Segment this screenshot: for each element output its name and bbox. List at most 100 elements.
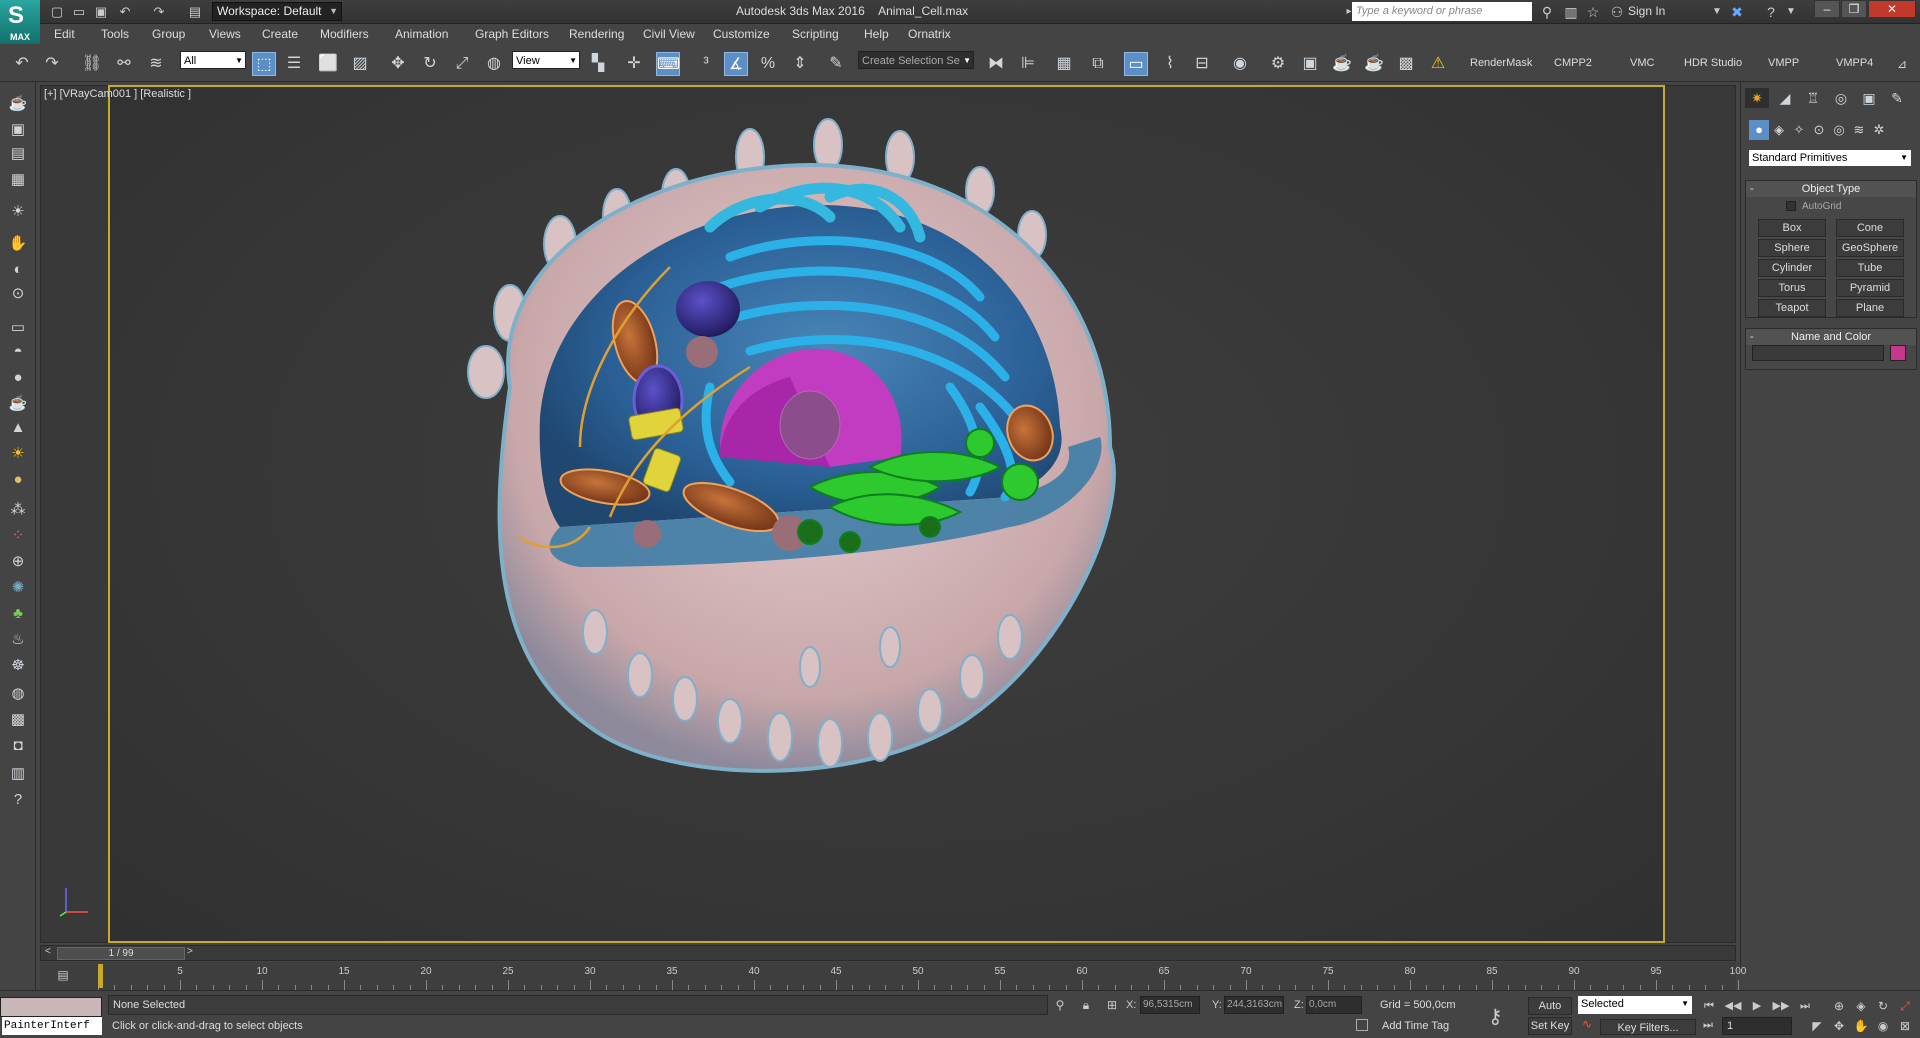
menu-views[interactable]: Views	[209, 27, 241, 41]
use-pivot-center-icon[interactable]: ▚	[586, 52, 610, 76]
maximize-button[interactable]: ❐	[1841, 0, 1867, 18]
mini-curve-editor-icon[interactable]: ▤	[54, 968, 72, 984]
sign-in-dropdown-icon[interactable]: ▼	[1708, 3, 1726, 21]
go-to-start-icon[interactable]: ⏮	[1700, 997, 1718, 1015]
sphere-button[interactable]: Sphere	[1758, 239, 1826, 257]
menu-rendering[interactable]: Rendering	[569, 27, 624, 41]
current-frame-field[interactable]: 1	[1722, 1017, 1792, 1035]
keyboard-shortcut-override-icon[interactable]: ⌨	[656, 52, 680, 76]
hair-farm-icon[interactable]: ♨	[6, 628, 30, 652]
toggle-ribbon-icon[interactable]: ⧉	[1086, 52, 1110, 76]
x-coordinate-field[interactable]: 96,5315cm	[1140, 996, 1200, 1014]
menu-help[interactable]: Help	[864, 27, 889, 41]
exchange-apps-icon[interactable]: ✖	[1728, 3, 1746, 21]
selection-filter-dropdown[interactable]: All ▼	[180, 51, 246, 69]
menu-tools[interactable]: Tools	[101, 27, 129, 41]
ornatrix-icon[interactable]: ☸	[6, 654, 30, 678]
time-slider-thumb[interactable]: 1 / 99	[57, 947, 185, 960]
window-crossing-icon[interactable]: ▨	[348, 52, 372, 76]
previous-frame-arrow-icon[interactable]: <	[45, 946, 51, 957]
menu-customize[interactable]: Customize	[713, 27, 770, 41]
zoom-all-icon[interactable]: ◈	[1852, 997, 1870, 1015]
min-max-toggle-icon[interactable]: ⊠	[1896, 1017, 1914, 1035]
spot-light-icon[interactable]: ▲	[6, 416, 30, 440]
globe-icon[interactable]: ◍	[6, 682, 30, 706]
box-button[interactable]: Box	[1758, 219, 1826, 237]
toolbar-overflow-icon[interactable]: ⊿	[1890, 52, 1914, 76]
key-mode-toggle-icon[interactable]: ⏭	[1700, 1019, 1716, 1035]
mirror-icon[interactable]: ⧓	[984, 52, 1008, 76]
manipulate-icon[interactable]: ✛	[622, 52, 646, 76]
menu-group[interactable]: Group	[152, 27, 185, 41]
cameras-icon[interactable]: ⊙	[1809, 120, 1829, 140]
proxy-icon[interactable]: ⁂	[6, 498, 30, 522]
selection-lock-icon[interactable]: 🔒︎	[1078, 997, 1094, 1013]
unlink-icon[interactable]: ⚯	[112, 52, 136, 76]
track-bar[interactable]: 5 10 15 20 25 30 35 40 45 50 55 60 65 70 75 80 85 90 95 100	[40, 962, 1746, 990]
search-input[interactable]: Type a keyword or phrase	[1352, 2, 1532, 21]
edit-named-selection-icon[interactable]: ✎	[824, 52, 848, 76]
helpers-icon[interactable]: ◎	[1829, 120, 1849, 140]
maxscript-listener-mini[interactable]	[0, 997, 102, 1017]
minimize-button[interactable]: –	[1814, 0, 1840, 18]
plugin-vmc[interactable]: VMC	[1630, 57, 1654, 69]
play-icon[interactable]: ▶	[1748, 997, 1766, 1015]
dome-light-icon[interactable]: ◓	[6, 340, 30, 364]
menu-modifiers[interactable]: Modifiers	[320, 27, 369, 41]
time-tag-icon[interactable]	[1356, 1019, 1368, 1031]
object-name-field[interactable]	[1752, 345, 1884, 361]
schematic-view-icon[interactable]: ⊟	[1190, 52, 1214, 76]
plugin-rendermask[interactable]: RenderMask	[1470, 57, 1532, 69]
link-icon[interactable]: ⛓	[80, 52, 104, 76]
geosphere-button[interactable]: GeoSphere	[1836, 239, 1904, 257]
camera-icon[interactable]: ⊙	[6, 282, 30, 306]
angle-snap-icon[interactable]: ∡	[724, 52, 748, 76]
percent-snap-icon[interactable]: %	[756, 52, 780, 76]
menu-civil-view[interactable]: Civil View	[643, 27, 695, 41]
subscription-icon[interactable]: ▥	[1562, 3, 1580, 21]
project-folder-icon[interactable]: ▤	[186, 3, 204, 21]
light-bulb-icon[interactable]: ☀	[6, 200, 30, 224]
object-color-swatch[interactable]	[1890, 345, 1906, 361]
object-type-header[interactable]: - Object Type	[1746, 181, 1916, 197]
default-tangent-icon[interactable]: ∿	[1578, 1017, 1596, 1035]
field-of-view-icon[interactable]: ◤	[1808, 1017, 1826, 1035]
named-selection-sets-dropdown[interactable]: Create Selection Se ▼	[858, 51, 974, 69]
grass-icon[interactable]: ♣	[6, 602, 30, 626]
place-icon[interactable]: ◍	[482, 52, 506, 76]
motion-tab-icon[interactable]: ◎	[1829, 88, 1853, 108]
tube-button[interactable]: Tube	[1836, 259, 1904, 277]
workspace-dropdown[interactable]: Workspace: Default ▼	[212, 2, 342, 21]
snaps-toggle-icon[interactable]: ³	[694, 52, 718, 76]
plugin-vmpp4[interactable]: VMPP4	[1836, 57, 1873, 69]
teapot-button[interactable]: Teapot	[1758, 299, 1826, 317]
camera-target-icon[interactable]: ⊕	[6, 550, 30, 574]
pan-icon[interactable]: ✥	[1830, 1017, 1848, 1035]
fur-icon[interactable]: ✺	[6, 576, 30, 600]
set-keys-key-icon[interactable]: ⚷	[1488, 1004, 1503, 1029]
go-to-end-icon[interactable]: ⏭	[1796, 997, 1814, 1015]
rendered-frame-window-icon[interactable]: ▣	[1298, 52, 1322, 76]
calculator-icon[interactable]: ▥	[6, 762, 30, 786]
orbit-icon[interactable]: ↻	[1874, 997, 1892, 1015]
auto-key-button[interactable]: Auto Key	[1528, 997, 1572, 1028]
plugin-vmpp[interactable]: VMPP	[1768, 57, 1799, 69]
next-frame-arrow-icon[interactable]: >	[187, 946, 193, 957]
headphones-icon[interactable]: ◐	[6, 258, 30, 282]
geometry-icon[interactable]: ●	[1749, 120, 1769, 140]
torus-button[interactable]: Torus	[1758, 279, 1826, 297]
render-setup-icon[interactable]: ⚙	[1266, 52, 1290, 76]
list-icon[interactable]: ▤	[6, 142, 30, 166]
perspective-viewport[interactable]	[108, 85, 1665, 943]
help-icon[interactable]: ?	[1762, 3, 1780, 21]
app-logo[interactable]: S MAX	[0, 0, 40, 44]
select-move-icon[interactable]: ✥	[386, 52, 410, 76]
render-activeshade-icon[interactable]: ▩	[1394, 52, 1418, 76]
cylinder-button[interactable]: Cylinder	[1758, 259, 1826, 277]
menu-graph-editors[interactable]: Graph Editors	[475, 27, 549, 41]
menu-animation[interactable]: Animation	[395, 27, 448, 41]
menu-create[interactable]: Create	[262, 27, 298, 41]
maxscript-mini-field[interactable]: PainterInterf	[2, 1017, 102, 1035]
bind-space-warp-icon[interactable]: ≋	[144, 52, 168, 76]
save-file-icon[interactable]: ▣	[92, 3, 110, 21]
